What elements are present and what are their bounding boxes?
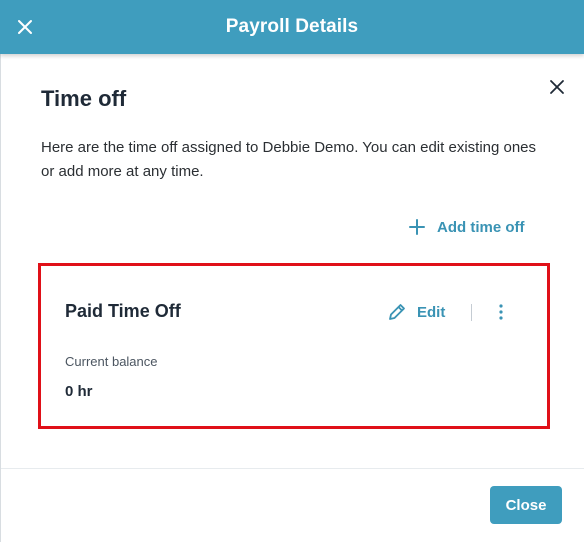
divider [471, 304, 472, 321]
edit-button[interactable]: Edit [387, 301, 445, 323]
pencil-icon [389, 304, 405, 320]
section-title: Time off [41, 86, 127, 111]
modal-title: Payroll Details [225, 16, 359, 37]
balance-value: 0 hr [65, 383, 93, 400]
balance-label: Current balance [65, 354, 158, 369]
kebab-menu-icon[interactable] [493, 302, 509, 322]
close-button[interactable]: Close [490, 486, 562, 524]
time-off-card: Paid Time Off Edit Current balance 0 hr [38, 263, 550, 429]
edit-label: Edit [417, 303, 446, 321]
section-description: Here are the time off assigned to Debbie… [41, 139, 537, 180]
card-title: Paid Time Off [65, 301, 181, 321]
close-icon[interactable] [547, 77, 567, 97]
modal-header: Payroll Details [0, 0, 584, 54]
add-time-off-label: Add time off [437, 218, 525, 236]
add-time-off-button[interactable]: Add time off [409, 216, 525, 238]
plus-icon [409, 219, 425, 235]
modal-footer: Close [1, 468, 584, 543]
